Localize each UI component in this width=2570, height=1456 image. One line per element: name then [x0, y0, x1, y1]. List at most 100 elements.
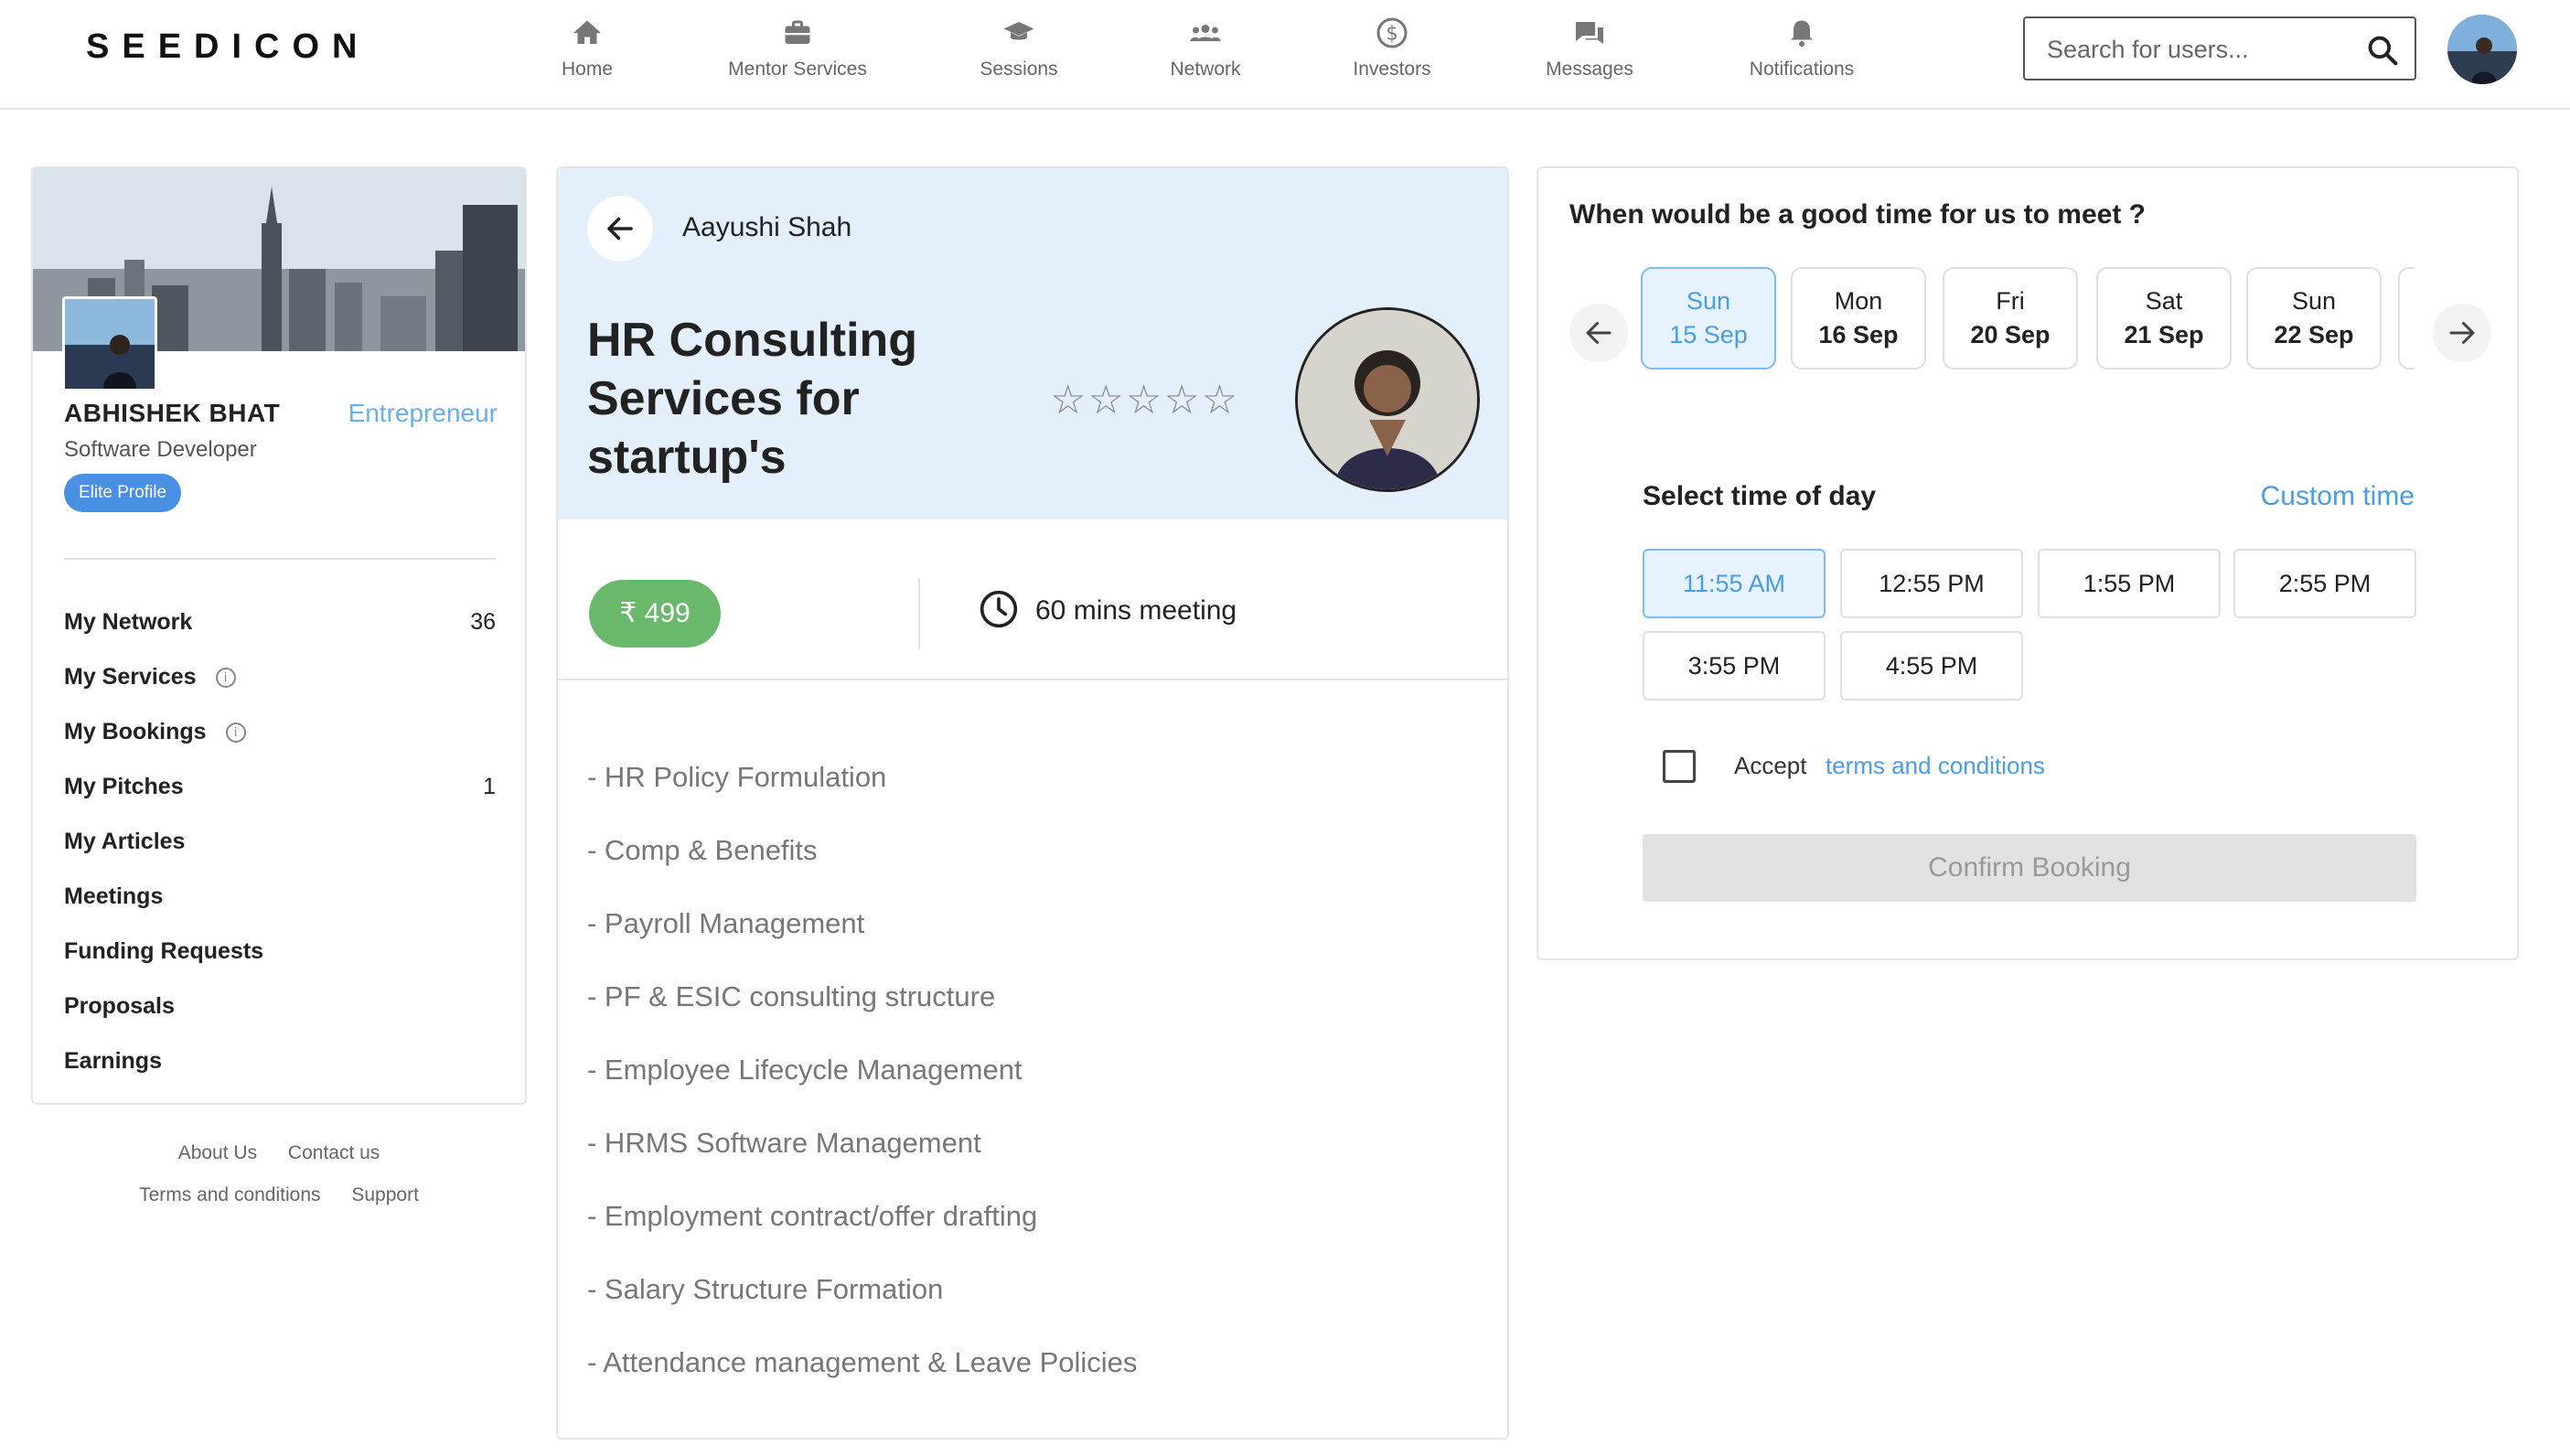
- home-icon: [496, 13, 679, 53]
- list-item: - Comp & Benefits: [587, 834, 818, 866]
- date-day: Sat: [2145, 287, 2183, 315]
- support-link[interactable]: Support: [351, 1184, 419, 1205]
- people-icon: [1114, 13, 1297, 53]
- nav-label-network: Network: [1170, 59, 1241, 80]
- terms-link[interactable]: Terms and conditions: [139, 1184, 320, 1205]
- menu-count: 1: [483, 774, 496, 799]
- date-day: Sun: [1686, 287, 1731, 315]
- back-button[interactable]: [587, 196, 653, 262]
- menu-label: Meetings: [64, 883, 164, 909]
- nav-item-investors[interactable]: $ Investors: [1301, 13, 1483, 97]
- profile-role: Entrepreneur: [348, 399, 498, 427]
- price-badge: ₹ 499: [589, 580, 721, 648]
- menu-item-proposals[interactable]: Proposals: [64, 979, 496, 1033]
- info-icon[interactable]: i: [215, 668, 236, 689]
- brand-logo[interactable]: SEEDICON: [86, 27, 369, 67]
- dates-next-button[interactable]: [2433, 304, 2491, 362]
- dates-prev-button[interactable]: [1569, 304, 1628, 362]
- search-icon[interactable]: [2365, 33, 2400, 68]
- menu-label: Earnings: [64, 1048, 162, 1074]
- list-item: - PF & ESIC consulting structure: [587, 980, 996, 1012]
- accept-label: Accept: [1734, 752, 1807, 779]
- custom-time-link[interactable]: Custom time: [2261, 481, 2415, 512]
- rating-stars[interactable]: ☆☆☆☆☆: [1050, 377, 1239, 423]
- profile-menu: My Network 36 My Services i My Bookings …: [64, 594, 496, 1088]
- nav-item-sessions[interactable]: Sessions: [927, 13, 1110, 97]
- svg-text:$: $: [1386, 23, 1397, 45]
- time-slot[interactable]: 11:55 AM: [1643, 549, 1826, 618]
- date-selector: Sun 15 Sep Mon 16 Sep Fri 20 Sep Sat 21 …: [1637, 263, 2415, 373]
- profile-avatar[interactable]: [62, 296, 157, 391]
- list-item: - Attendance management & Leave Policies: [587, 1346, 1138, 1378]
- date-tile-partial[interactable]: [2398, 267, 2415, 369]
- menu-label: My Bookings: [64, 719, 207, 744]
- service-detail-card: Aayushi Shah HR Consulting Services for …: [556, 166, 1509, 1440]
- vertical-divider: [918, 578, 920, 649]
- list-item: - Employment contract/offer drafting: [587, 1200, 1038, 1232]
- date-tile[interactable]: Fri 20 Sep: [1943, 267, 2078, 369]
- contact-us-link[interactable]: Contact us: [288, 1142, 380, 1163]
- date-day: Fri: [1996, 287, 2025, 315]
- menu-label: My Articles: [64, 829, 186, 854]
- menu-label: My Network: [64, 609, 193, 635]
- menu-item-meetings[interactable]: Meetings: [64, 869, 496, 924]
- search-input[interactable]: [2047, 29, 2349, 70]
- service-header: Aayushi Shah HR Consulting Services for …: [558, 168, 1507, 519]
- arrow-left-icon: [1586, 322, 1612, 344]
- mentor-name[interactable]: Aayushi Shah: [682, 212, 851, 243]
- menu-item-my-services[interactable]: My Services i: [64, 649, 496, 704]
- menu-item-funding-requests[interactable]: Funding Requests: [64, 924, 496, 979]
- terms-conditions-link[interactable]: terms and conditions: [1826, 752, 2045, 780]
- menu-label: Proposals: [64, 993, 175, 1019]
- date-date: 16 Sep: [1818, 321, 1899, 348]
- time-slot[interactable]: 1:55 PM: [2038, 549, 2221, 618]
- profile-job-title: Software Developer: [64, 437, 257, 462]
- chat-icon: [1498, 13, 1681, 53]
- menu-item-my-articles[interactable]: My Articles: [64, 814, 496, 869]
- time-slot[interactable]: 12:55 PM: [1840, 549, 2023, 618]
- about-us-link[interactable]: About Us: [178, 1142, 257, 1163]
- date-tile[interactable]: Sun 15 Sep: [1641, 267, 1776, 369]
- nav-item-home[interactable]: Home: [496, 13, 679, 97]
- info-icon[interactable]: i: [225, 723, 246, 744]
- elite-profile-badge: Elite Profile: [64, 474, 182, 512]
- service-features-list: - HR Policy Formulation - Comp & Benefit…: [587, 761, 1483, 1419]
- menu-item-my-bookings[interactable]: My Bookings i: [64, 704, 496, 759]
- graduation-cap-icon: [927, 13, 1110, 53]
- nav-item-network[interactable]: Network: [1114, 13, 1297, 97]
- nav-label-notifications: Notifications: [1749, 59, 1855, 80]
- nav-label-sessions: Sessions: [980, 59, 1058, 80]
- date-day: Mon: [1834, 287, 1883, 315]
- menu-item-my-pitches[interactable]: My Pitches 1: [64, 759, 496, 814]
- time-slot[interactable]: 3:55 PM: [1643, 631, 1826, 701]
- service-divider: [558, 679, 1507, 680]
- user-avatar[interactable]: [2447, 15, 2517, 84]
- menu-item-my-network[interactable]: My Network 36: [64, 594, 496, 649]
- profile-divider: [64, 558, 496, 560]
- nav-item-notifications[interactable]: Notifications: [1710, 13, 1893, 97]
- time-of-day-label: Select time of day: [1643, 481, 1877, 511]
- time-slot[interactable]: 4:55 PM: [1840, 631, 2023, 701]
- nav-item-messages[interactable]: Messages: [1498, 13, 1681, 97]
- date-tile[interactable]: Sat 21 Sep: [2096, 267, 2232, 369]
- meeting-duration: 60 mins meeting: [979, 590, 1237, 629]
- list-item: - Employee Lifecycle Management: [587, 1054, 1023, 1086]
- briefcase-icon: [706, 13, 889, 53]
- nav-label-mentor-services: Mentor Services: [728, 59, 867, 80]
- duration-label: 60 mins meeting: [1035, 594, 1237, 626]
- arrow-left-icon: [607, 217, 633, 241]
- nav-label-investors: Investors: [1353, 59, 1431, 80]
- nav-label-messages: Messages: [1546, 59, 1633, 80]
- time-slot[interactable]: 2:55 PM: [2233, 549, 2416, 618]
- terms-checkbox[interactable]: [1663, 750, 1696, 783]
- nav-item-mentor-services[interactable]: Mentor Services: [706, 13, 889, 97]
- top-navbar: SEEDICON Home Mentor Services Sessions N…: [0, 0, 2570, 110]
- date-tile[interactable]: Sun 22 Sep: [2246, 267, 2382, 369]
- list-item: - HR Policy Formulation: [587, 761, 887, 793]
- date-date: 20 Sep: [1970, 321, 2051, 348]
- menu-item-earnings[interactable]: Earnings: [64, 1033, 496, 1088]
- date-date: 21 Sep: [2124, 321, 2204, 348]
- menu-label: Funding Requests: [64, 938, 264, 964]
- date-tile[interactable]: Mon 16 Sep: [1791, 267, 1926, 369]
- confirm-booking-button[interactable]: Confirm Booking: [1643, 834, 2416, 902]
